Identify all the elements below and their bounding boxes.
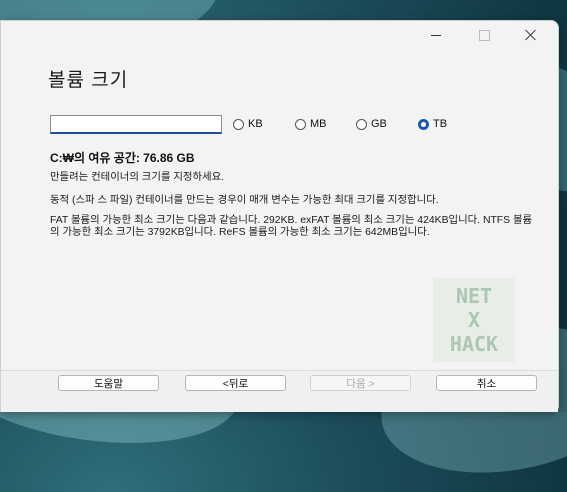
- radio-icon: [356, 118, 367, 130]
- unit-gb-radio[interactable]: GB: [356, 118, 387, 130]
- unit-mb-radio[interactable]: MB: [295, 118, 327, 130]
- unit-kb-radio[interactable]: KB: [233, 118, 263, 130]
- unit-tb-radio[interactable]: TB: [418, 118, 447, 130]
- unit-gb-label: GB: [371, 118, 387, 130]
- unit-mb-label: MB: [310, 118, 327, 130]
- free-space-label: C:₩의 여유 공간: 76.86 GB: [50, 151, 195, 165]
- minimize-button[interactable]: [413, 21, 459, 49]
- radio-checked-icon: [418, 118, 429, 130]
- title-bar: [1, 21, 558, 49]
- unit-kb-label: KB: [248, 118, 263, 130]
- unit-tb-label: TB: [433, 118, 448, 130]
- cancel-button[interactable]: 취소: [436, 375, 537, 391]
- dynamic-container-note: 동적 (스파 스 파일) 컨테이너를 만드는 경우이 매개 변수는 가능한 최대…: [50, 195, 439, 206]
- radio-icon: [233, 118, 244, 130]
- page-title: 볼륨 크기: [48, 70, 129, 91]
- watermark-line: X: [467, 308, 481, 332]
- watermark-line: NET: [455, 284, 493, 308]
- next-button: 다음 >: [310, 375, 411, 391]
- maximize-icon: [478, 29, 490, 41]
- instruction-text: 만들려는 컨테이너의 크기를 지정하세요.: [50, 172, 225, 183]
- volume-size-input[interactable]: [50, 115, 222, 134]
- watermark-line: HACK: [449, 332, 499, 356]
- back-button[interactable]: <뒤로: [185, 375, 286, 391]
- maximize-button: [461, 21, 507, 49]
- minimize-icon: [431, 34, 441, 36]
- volume-size-dialog: 볼륨 크기 KB MB GB TB C:₩의 여유 공간: 76.86 GB 만…: [0, 20, 559, 412]
- help-button[interactable]: 도움말: [58, 375, 159, 391]
- close-button[interactable]: [508, 21, 554, 49]
- nethack-watermark-logo: NET X HACK: [433, 278, 515, 362]
- button-bar: 도움말 <뒤로 다음 > 취소: [1, 370, 558, 412]
- close-icon: [525, 29, 537, 41]
- minimum-size-note: FAT 볼륨의 가능한 최소 크기는 다음과 같습니다. 292KB. exFA…: [50, 215, 533, 238]
- radio-icon: [295, 118, 306, 130]
